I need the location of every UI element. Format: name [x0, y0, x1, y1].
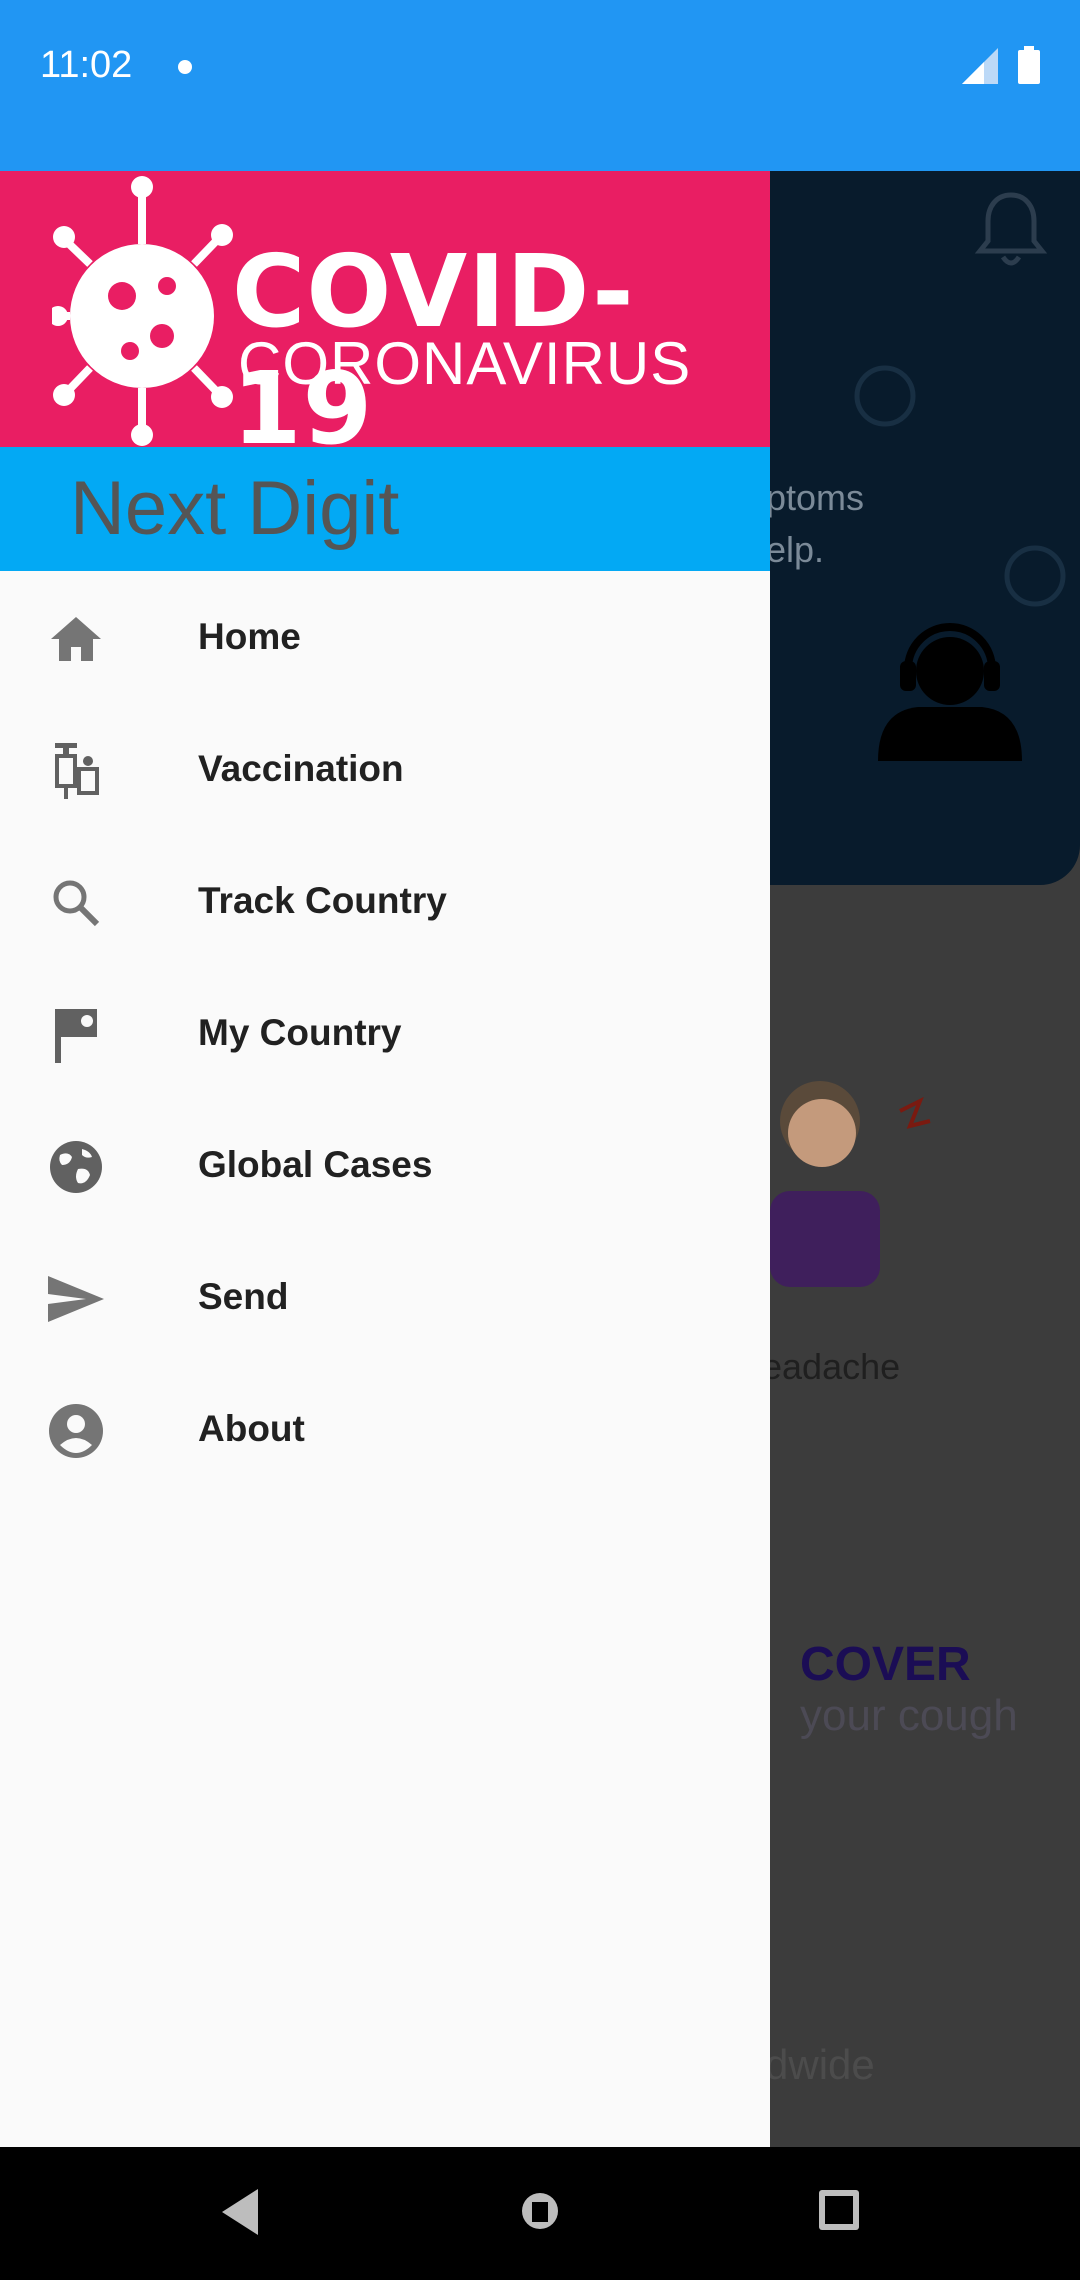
- drawer-menu: Home Vaccination Track Country My Countr…: [0, 571, 770, 1495]
- home-icon: [44, 611, 108, 667]
- menu-item-label: Send: [198, 1276, 289, 1317]
- app-name: Next Digit: [70, 466, 400, 551]
- menu-item-label: Home: [198, 616, 301, 657]
- status-bar: 11:02: [0, 0, 1080, 171]
- background-symptoms-text: ptoms: [766, 477, 865, 518]
- menu-item-home[interactable]: Home: [0, 571, 770, 703]
- battery-icon: [1018, 46, 1040, 84]
- account-circle-icon: [44, 1403, 108, 1459]
- menu-item-vaccination[interactable]: Vaccination: [0, 703, 770, 835]
- background-headache-label: eadache: [762, 1346, 901, 1387]
- virus-decoration-icon: [854, 365, 916, 427]
- drawer-banner: COVID-19 CORONAVIRUS: [0, 171, 770, 447]
- flag-icon: [44, 1007, 108, 1063]
- virus-logo-icon: [52, 176, 233, 446]
- menu-item-about[interactable]: About: [0, 1363, 770, 1495]
- support-agent-icon: [878, 623, 1022, 761]
- menu-item-global-cases[interactable]: Global Cases: [0, 1099, 770, 1231]
- menu-item-label: Global Cases: [198, 1144, 433, 1185]
- background-cover-subtitle: your cough: [800, 1691, 1018, 1740]
- background-cover-title: COVER: [800, 1638, 971, 1691]
- signal-icon: [962, 48, 998, 84]
- headache-illustration: [770, 1081, 931, 1287]
- drawer-subheader: Next Digit: [0, 447, 770, 571]
- notification-dot-icon: [178, 60, 192, 74]
- home-nav-icon[interactable]: [520, 2191, 560, 2231]
- background-worldwide-text: dwide: [765, 2041, 875, 2088]
- banner-subtitle: CORONAVIRUS: [238, 330, 692, 397]
- menu-item-label: About: [198, 1408, 305, 1449]
- search-icon: [44, 875, 108, 931]
- back-icon[interactable]: [218, 2187, 262, 2237]
- menu-item-send[interactable]: Send: [0, 1231, 770, 1363]
- system-nav-bar: [0, 2147, 1080, 2280]
- syringe-icon: [44, 743, 108, 799]
- status-time: 11:02: [40, 44, 133, 86]
- navigation-drawer: COVID-19 CORONAVIRUS Next Digit Home Vac…: [0, 171, 770, 2147]
- menu-item-track-country[interactable]: Track Country: [0, 835, 770, 967]
- menu-item-label: Vaccination: [198, 748, 404, 789]
- globe-icon: [44, 1139, 108, 1195]
- send-icon: [44, 1271, 108, 1327]
- menu-item-label: My Country: [198, 1012, 402, 1053]
- virus-decoration-icon: [1004, 545, 1066, 607]
- menu-item-my-country[interactable]: My Country: [0, 967, 770, 1099]
- menu-item-label: Track Country: [198, 880, 447, 921]
- background-help-text: elp.: [766, 529, 825, 570]
- bell-icon: [974, 192, 1048, 266]
- recents-icon[interactable]: [818, 2189, 860, 2231]
